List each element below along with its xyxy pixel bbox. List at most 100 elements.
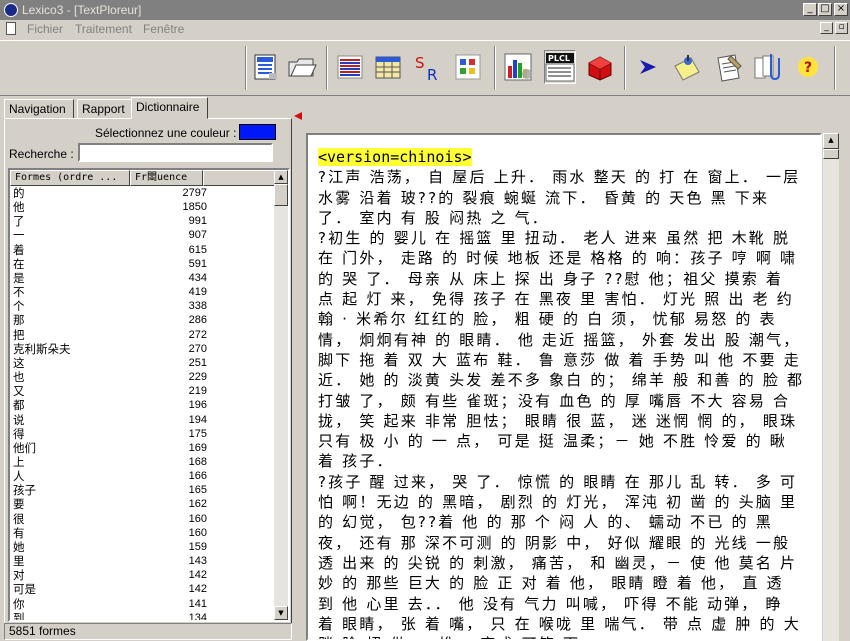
- word-list[interactable]: Formes (ordre ... Fr閸uence 的 2797 他 1850 了 99…: [8, 168, 290, 622]
- text-editor[interactable]: <version=chinois> ?江声 浩荡， 自 屋后 上升． 雨水 整天…: [306, 133, 822, 641]
- help-icon-label: ?: [804, 60, 812, 76]
- attachment-icon[interactable]: [750, 50, 782, 84]
- tab-dictionnaire[interactable]: Dictionnaire: [131, 97, 208, 119]
- word-cell: 人: [13, 469, 25, 484]
- menu-traitement[interactable]: Traitement: [75, 22, 132, 36]
- list-item[interactable]: 得 175: [10, 427, 276, 441]
- calendar-icon[interactable]: [372, 50, 404, 84]
- menu-bar: Fichier Traitement Fenêtre: [0, 20, 850, 38]
- list-item[interactable]: 有 160: [10, 526, 276, 540]
- list-item[interactable]: 也 229: [10, 370, 276, 384]
- color-grid-icon[interactable]: [452, 50, 484, 84]
- column-header-frequence[interactable]: Fr閸uence: [130, 170, 203, 186]
- word-cell: 着: [13, 242, 25, 257]
- list-item[interactable]: 里 143: [10, 554, 276, 568]
- scroll-thumb[interactable]: [274, 184, 288, 206]
- mdi-minimize-button[interactable]: _: [820, 22, 833, 34]
- editor-scroll-up-button[interactable]: ▲: [823, 133, 839, 149]
- word-cell: 他: [13, 200, 25, 215]
- search-input[interactable]: [78, 143, 273, 162]
- list-item[interactable]: 的 2797: [10, 186, 276, 200]
- sr-icon-s: S: [415, 54, 425, 72]
- list-item[interactable]: 把 272: [10, 328, 276, 342]
- word-cell: 那: [13, 313, 25, 328]
- word-cell: 孩子: [13, 483, 36, 498]
- list-item[interactable]: 都 196: [10, 398, 276, 412]
- list-item[interactable]: 又 219: [10, 384, 276, 398]
- frequency-cell: 272: [188, 328, 207, 341]
- menu-fenetre[interactable]: Fenêtre: [143, 22, 184, 36]
- list-item[interactable]: 她 159: [10, 540, 276, 554]
- frequency-cell: 162: [188, 498, 207, 511]
- bar-chart-icon[interactable]: [502, 50, 534, 84]
- sr-icon[interactable]: SR: [410, 50, 442, 84]
- list-item[interactable]: 对 142: [10, 568, 276, 582]
- frequency-cell: 166: [188, 470, 207, 483]
- red-cube-icon[interactable]: [584, 50, 616, 84]
- sr-icon-r: R: [427, 66, 437, 82]
- list-item[interactable]: 人 166: [10, 469, 276, 483]
- frequency-cell: 168: [188, 455, 207, 468]
- tab-navigation[interactable]: Navigation: [4, 99, 74, 119]
- minimize-button[interactable]: _: [803, 3, 817, 16]
- list-item[interactable]: 他 1850: [10, 200, 276, 214]
- collapse-arrow-icon[interactable]: [294, 112, 302, 120]
- arrow-right-icon[interactable]: [632, 50, 664, 84]
- text-paragraph: ?孩子 醒 过来， 哭 了． 惊慌 的 眼睛 在 那儿 乱 转． 多 可怕 啊！…: [318, 472, 801, 639]
- segments-grid-icon[interactable]: [334, 50, 366, 84]
- word-cell: 要: [13, 497, 25, 512]
- list-item[interactable]: 你 141: [10, 597, 276, 611]
- frequency-cell: 229: [188, 371, 207, 384]
- document-icon[interactable]: [6, 22, 16, 35]
- tab-rapport[interactable]: Rapport: [77, 99, 133, 119]
- close-button[interactable]: ×: [834, 3, 848, 16]
- word-cell: 上: [13, 454, 25, 469]
- list-item[interactable]: 说 194: [10, 413, 276, 427]
- list-item[interactable]: 是 434: [10, 271, 276, 285]
- list-item[interactable]: 一 907: [10, 228, 276, 242]
- list-item[interactable]: 克利斯朵夫 270: [10, 342, 276, 356]
- pclc-icon-label: PLCL: [548, 54, 570, 63]
- note-pin-icon[interactable]: [670, 50, 702, 84]
- list-item[interactable]: 上 168: [10, 455, 276, 469]
- mdi-restore-button[interactable]: ▫: [835, 22, 848, 34]
- list-item[interactable]: 这 251: [10, 356, 276, 370]
- color-picker[interactable]: [239, 124, 276, 140]
- list-item[interactable]: 了 991: [10, 214, 276, 228]
- word-cell: 对: [13, 568, 25, 583]
- word-cell: 里: [13, 554, 25, 569]
- column-header-formes[interactable]: Formes (ordre ...: [10, 170, 130, 186]
- word-cell: 不: [13, 285, 25, 300]
- list-item[interactable]: 可是 142: [10, 582, 276, 596]
- menu-fichier[interactable]: Fichier: [27, 22, 63, 36]
- toolbar-separator: [326, 46, 328, 90]
- list-item[interactable]: 到 134: [10, 611, 276, 620]
- color-label: Sélectionnez une couleur :: [95, 126, 237, 140]
- list-item[interactable]: 孩子 165: [10, 483, 276, 497]
- clipboard-icon[interactable]: [712, 50, 744, 84]
- editor-scrollbar[interactable]: ▲: [823, 133, 839, 641]
- list-item[interactable]: 着 615: [10, 243, 276, 257]
- panel-splitter[interactable]: [293, 97, 303, 640]
- list-item[interactable]: 他们 169: [10, 441, 276, 455]
- editor-scroll-thumb[interactable]: [823, 149, 839, 159]
- list-scrollbar[interactable]: ▲ ▼: [274, 170, 288, 620]
- document-lines-icon[interactable]: [250, 50, 282, 84]
- pclc-icon[interactable]: PLCL: [544, 50, 576, 84]
- word-cell: 得: [13, 426, 25, 441]
- list-item[interactable]: 个 338: [10, 299, 276, 313]
- list-item[interactable]: 要 162: [10, 497, 276, 511]
- list-item[interactable]: 在 591: [10, 257, 276, 271]
- application-window: Lexico3 - [TextPloreur] _ □ × Fichier Tr…: [0, 0, 850, 641]
- frequency-cell: 419: [188, 286, 207, 299]
- maximize-button[interactable]: □: [818, 3, 832, 16]
- word-cell: 你: [13, 596, 25, 611]
- list-item[interactable]: 不 419: [10, 285, 276, 299]
- list-item[interactable]: 很 160: [10, 512, 276, 526]
- frequency-cell: 142: [188, 569, 207, 582]
- help-icon[interactable]: ?: [792, 50, 824, 84]
- scroll-up-button[interactable]: ▲: [274, 170, 288, 184]
- open-folder-icon[interactable]: [286, 50, 318, 84]
- list-item[interactable]: 那 286: [10, 313, 276, 327]
- scroll-down-button[interactable]: ▼: [274, 606, 288, 620]
